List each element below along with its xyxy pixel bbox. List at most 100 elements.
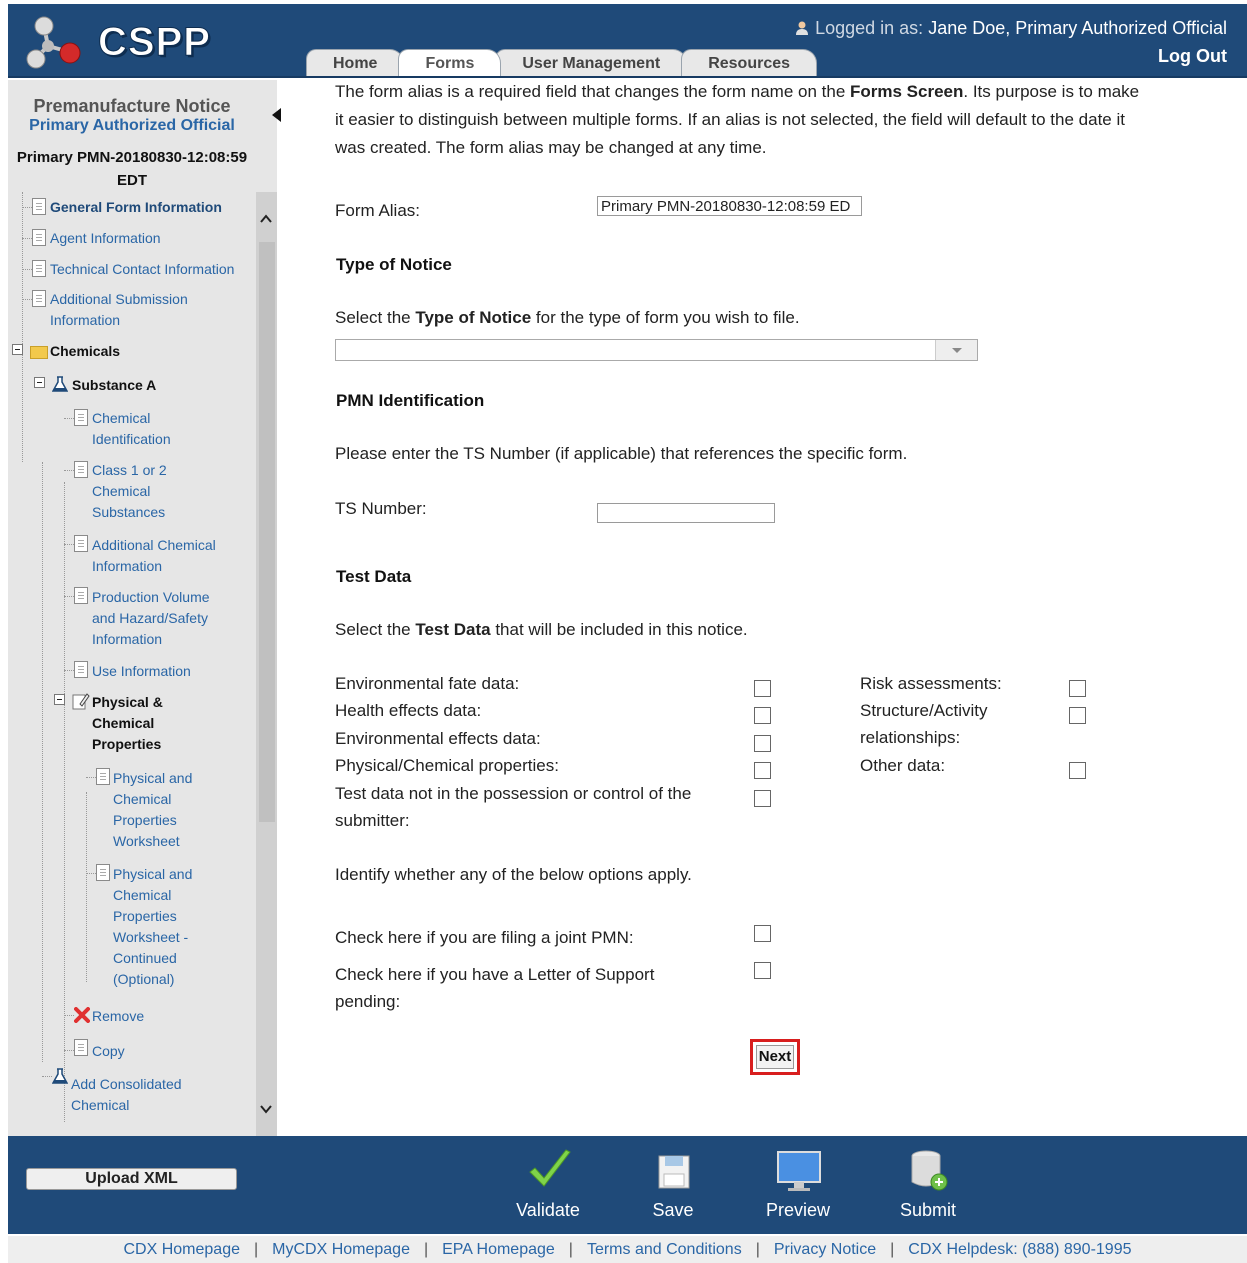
tab-forms[interactable]: Forms (398, 49, 502, 76)
tab-user-management[interactable]: User Management (495, 49, 688, 76)
sidebar-item-use-information[interactable]: Use Information (92, 661, 191, 682)
next-button-highlight: Next (750, 1039, 800, 1075)
add-chem-line1: Additional Chemical (92, 537, 216, 553)
prod-line2: and Hazard/Safety (92, 610, 208, 626)
intro-line1-post: . Its purpose is to make (963, 82, 1140, 101)
sidebar: Premanufacture Notice Primary Authorized… (8, 80, 277, 1136)
collapse-substance-toggle[interactable] (34, 377, 45, 388)
letter-of-support-checkbox[interactable] (754, 962, 771, 979)
sidebar-item-properties-worksheet[interactable]: Physical and Chemical Properties Workshe… (113, 768, 192, 852)
submit-label: Submit (899, 1200, 957, 1220)
sidebar-item-technical-contact[interactable]: Technical Contact Information (50, 259, 234, 280)
pcwc-line6: (Optional) (113, 971, 175, 987)
environmental-fate-checkbox[interactable] (754, 680, 771, 697)
sidebar-scrollbar[interactable] (256, 192, 277, 1136)
folder-icon (30, 346, 48, 359)
collapse-physical-toggle[interactable] (54, 694, 65, 705)
footer-link-cdx-homepage[interactable]: CDX Homepage (123, 1241, 240, 1258)
tab-home[interactable]: Home (306, 49, 405, 76)
class-line3: Substances (92, 504, 166, 520)
footer-link-helpdesk[interactable]: CDX Helpdesk: (888) 890-1995 (908, 1241, 1131, 1258)
test-data-not-possessed-checkbox[interactable] (754, 790, 771, 807)
structure-activity-label: Structure/Activity relationships: (860, 697, 988, 751)
type-of-notice-select[interactable] (335, 339, 978, 361)
flask-icon (52, 1068, 68, 1084)
document-icon (32, 229, 46, 246)
submit-button[interactable]: Submit (878, 1146, 978, 1226)
type-of-notice-instruction: Select the Type of Notice for the type o… (335, 304, 800, 332)
preview-button[interactable]: Preview (748, 1146, 848, 1226)
logged-in-user: Jane Doe, Primary Authorized Official (928, 18, 1227, 38)
sidebar-item-properties-worksheet-continued[interactable]: Physical and Chemical Properties Workshe… (113, 864, 192, 990)
validate-button[interactable]: Validate (498, 1146, 598, 1226)
environmental-effects-checkbox[interactable] (754, 735, 771, 752)
sidebar-item-additional-chemical[interactable]: Additional Chemical Information (92, 535, 216, 577)
validate-label: Validate (516, 1200, 580, 1220)
collapse-sidebar-arrow-icon[interactable] (272, 108, 281, 122)
sidebar-item-class-substances[interactable]: Class 1 or 2 Chemical Substances (92, 460, 167, 523)
sidebar-item-physical-chemical-properties[interactable]: Physical & Chemical Properties (92, 692, 163, 755)
sidebar-item-chemicals[interactable]: Chemicals (50, 341, 120, 362)
health-effects-checkbox[interactable] (754, 707, 771, 724)
structure-activity-checkbox[interactable] (1069, 707, 1086, 724)
sidebar-subtitle: Primary Authorized Official (29, 117, 235, 134)
database-add-icon (911, 1150, 948, 1191)
collapse-chemicals-toggle[interactable] (12, 344, 23, 355)
type-post: for the type of form you wish to file. (531, 308, 800, 327)
sidebar-item-add-consolidated-chemical[interactable]: Add Consolidated Chemical (71, 1074, 182, 1116)
document-icon (32, 290, 46, 307)
physical-chemical-label: Physical/Chemical properties: (335, 756, 559, 775)
intro-line1: The form alias is a required field that … (335, 78, 1215, 106)
footer: CDX Homepage | MyCDX Homepage | EPA Homepage… (8, 1236, 1247, 1263)
dropdown-button[interactable] (935, 340, 977, 360)
form-alias-label: Form Alias: (335, 201, 421, 220)
physical-chemical-checkbox[interactable] (754, 762, 771, 779)
structure-line1: Structure/Activity (860, 701, 988, 720)
main-tabs: Home Forms User Management Resources (306, 49, 818, 76)
joint-pmn-label: Check here if you are filing a joint PMN… (335, 928, 634, 947)
additional-line1: Additional Submission (50, 291, 188, 307)
joint-pmn-checkbox[interactable] (754, 925, 771, 942)
letter-line2: pending: (335, 992, 401, 1011)
save-button[interactable]: Save (623, 1146, 723, 1226)
upload-xml-button[interactable]: Upload XML (26, 1168, 237, 1190)
phys-line1: Physical & (92, 694, 163, 710)
logout-link[interactable]: Log Out (1158, 46, 1227, 67)
footer-link-terms[interactable]: Terms and Conditions (587, 1241, 742, 1258)
sidebar-item-production-volume[interactable]: Production Volume and Hazard/Safety Info… (92, 587, 210, 650)
monitor-icon (777, 1151, 821, 1191)
scrollbar-thumb[interactable] (259, 242, 275, 822)
type-of-notice-heading: Type of Notice (336, 255, 452, 274)
chevron-down-icon[interactable] (259, 1102, 273, 1116)
chevron-down-icon (952, 348, 962, 353)
letter-of-support-label: Check here if you have a Letter of Suppo… (335, 961, 654, 1015)
sidebar-item-chemical-identification[interactable]: Chemical Identification (92, 408, 171, 450)
class-line2: Chemical (92, 483, 151, 499)
footer-link-mycdx-homepage[interactable]: MyCDX Homepage (272, 1241, 410, 1258)
checkmark-icon (529, 1149, 571, 1187)
document-icon (96, 864, 110, 881)
risk-assessments-checkbox[interactable] (1069, 680, 1086, 697)
other-data-checkbox[interactable] (1069, 762, 1086, 779)
sidebar-title: Premanufacture Notice (33, 96, 231, 116)
document-icon (74, 587, 88, 604)
risk-assessments-label: Risk assessments: (860, 674, 1002, 693)
sidebar-item-remove[interactable]: Remove (92, 1006, 144, 1027)
cspp-logo[interactable]: CSPP (22, 12, 212, 72)
pcwc-line3: Properties (113, 908, 177, 924)
navigation-tree: General Form Information Agent Informati… (8, 192, 256, 1136)
sidebar-item-substance-a[interactable]: Substance A (72, 375, 156, 396)
tab-resources[interactable]: Resources (681, 49, 818, 76)
sidebar-item-additional-submission[interactable]: Additional Submission Information (50, 289, 188, 331)
sidebar-item-copy[interactable]: Copy (92, 1041, 125, 1062)
ts-instruction: Please enter the TS Number (if applicabl… (335, 444, 908, 463)
bottom-toolbar: Upload XML Validate Save Preview Submit (8, 1136, 1247, 1234)
footer-link-epa-homepage[interactable]: EPA Homepage (442, 1241, 555, 1258)
ts-number-input[interactable] (597, 503, 775, 523)
form-alias-input[interactable] (597, 196, 862, 216)
sidebar-item-agent-information[interactable]: Agent Information (50, 228, 161, 249)
footer-link-privacy[interactable]: Privacy Notice (774, 1241, 876, 1258)
chevron-up-icon[interactable] (259, 212, 273, 226)
sidebar-item-general-form-information[interactable]: General Form Information (50, 197, 222, 218)
next-button[interactable]: Next (756, 1045, 794, 1069)
